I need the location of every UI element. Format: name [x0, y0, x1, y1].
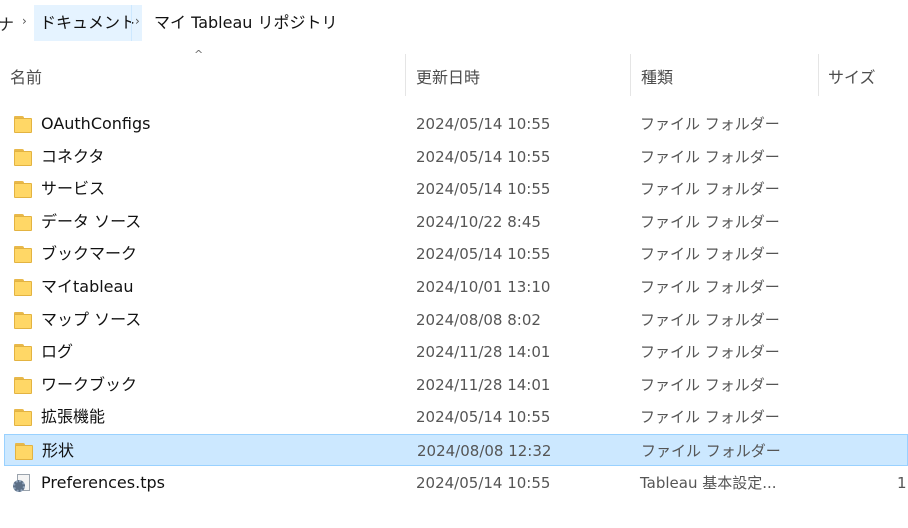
file-type: ファイル フォルダー [640, 245, 780, 264]
file-name: 拡張機能 [41, 407, 106, 427]
folder-icon [13, 375, 33, 395]
folder-icon [13, 407, 33, 427]
breadcrumb-tableau-repository[interactable]: マイ Tableau リポジトリ [148, 5, 344, 41]
column-header-name[interactable]: 名前 [10, 48, 42, 96]
folder-icon [13, 147, 33, 167]
file-type: ファイル フォルダー [640, 212, 780, 231]
file-list-row[interactable]: 拡張機能 2024/05/14 10:55 ファイル フォルダー [4, 401, 908, 433]
column-header-bar: ^ 名前 更新日時 種類 サイズ [0, 48, 908, 96]
file-list-row[interactable]: マップ ソース 2024/08/08 8:02 ファイル フォルダー [4, 304, 908, 336]
file-modified-date: 2024/10/22 8:45 [416, 212, 541, 231]
folder-icon [14, 441, 34, 461]
file-type: ファイル フォルダー [640, 115, 780, 133]
sort-ascending-icon: ^ [194, 48, 204, 61]
folder-icon [13, 342, 33, 362]
file-list-row[interactable]: OAuthConfigs 2024/05/14 10:55 ファイル フォルダー [4, 108, 908, 140]
folder-icon [13, 277, 33, 297]
file-list-row[interactable]: ワークブック 2024/11/28 14:01 ファイル フォルダー [4, 369, 908, 401]
file-list-row[interactable]: データ ソース 2024/10/22 8:45 ファイル フォルダー [4, 206, 908, 238]
file-modified-date: 2024/08/08 12:32 [417, 442, 552, 460]
file-type: ファイル フォルダー [640, 375, 780, 394]
file-modified-date: 2024/10/01 13:10 [416, 278, 551, 296]
file-type: ファイル フォルダー [640, 147, 780, 166]
file-name: マップ ソース [41, 309, 142, 329]
file-type: ファイル フォルダー [641, 442, 781, 460]
column-header-type[interactable]: 種類 [641, 48, 673, 96]
file-list-row[interactable]: サービス 2024/05/14 10:55 ファイル フォルダー [4, 173, 908, 205]
file-type: Tableau 基本設定... [640, 473, 777, 492]
file-name: 形状 [42, 441, 75, 460]
settings-file-icon [13, 473, 33, 493]
file-modified-date: 2024/05/14 10:55 [416, 115, 551, 133]
file-name: サービス [41, 179, 106, 199]
folder-icon [13, 114, 33, 134]
file-list-row[interactable]: コネクタ 2024/05/14 10:55 ファイル フォルダー [4, 141, 908, 173]
file-name: ワークブック [41, 374, 138, 394]
column-divider[interactable] [818, 54, 819, 96]
file-modified-date: 2024/05/14 10:55 [416, 147, 551, 166]
file-type: ファイル フォルダー [640, 180, 780, 199]
file-modified-date: 2024/08/08 8:02 [416, 310, 541, 329]
file-list-row[interactable]: 形状 2024/08/08 12:32 ファイル フォルダー [4, 434, 908, 466]
file-list-row[interactable]: マイtableau 2024/10/01 13:10 ファイル フォルダー [4, 271, 908, 303]
file-name: データ ソース [41, 211, 142, 231]
file-modified-date: 2024/05/14 10:55 [416, 245, 551, 264]
file-name: コネクタ [41, 146, 105, 166]
file-size: 1 [897, 473, 907, 492]
column-header-size[interactable]: サイズ [828, 48, 876, 96]
column-divider[interactable] [630, 54, 631, 96]
folder-icon [13, 310, 33, 330]
breadcrumb-divider [131, 5, 132, 41]
file-type: ファイル フォルダー [640, 408, 780, 427]
file-modified-date: 2024/11/28 14:01 [416, 375, 551, 394]
column-divider[interactable] [405, 54, 406, 96]
file-type: ファイル フォルダー [640, 343, 780, 362]
breadcrumb-truncated-item[interactable]: ナ [0, 11, 14, 35]
file-modified-date: 2024/11/28 14:01 [416, 343, 551, 362]
file-name: ブックマーク [41, 244, 138, 264]
file-list-row[interactable]: ブックマーク 2024/05/14 10:55 ファイル フォルダー [4, 238, 908, 270]
file-name: ログ [41, 342, 74, 362]
file-list-row[interactable]: ログ 2024/11/28 14:01 ファイル フォルダー [4, 336, 908, 368]
file-modified-date: 2024/05/14 10:55 [416, 473, 551, 492]
file-modified-date: 2024/05/14 10:55 [416, 408, 551, 427]
folder-icon [13, 212, 33, 232]
file-name: マイtableau [41, 277, 134, 296]
address-bar[interactable]: ナ › ドキュメント › マイ Tableau リポジトリ [0, 0, 908, 46]
chevron-right-icon[interactable]: › [135, 14, 140, 28]
file-type: ファイル フォルダー [640, 310, 780, 329]
breadcrumb-documents[interactable]: ドキュメント [34, 5, 143, 41]
folder-icon [13, 179, 33, 199]
chevron-right-icon[interactable]: › [22, 14, 27, 28]
file-type: ファイル フォルダー [640, 278, 780, 296]
file-name: Preferences.tps [41, 472, 165, 492]
file-modified-date: 2024/05/14 10:55 [416, 180, 551, 199]
column-header-modified[interactable]: 更新日時 [416, 48, 480, 96]
folder-icon [13, 244, 33, 264]
file-name: OAuthConfigs [41, 114, 151, 133]
file-list-row[interactable]: Preferences.tps 2024/05/14 10:55 Tableau 基… [4, 467, 908, 499]
